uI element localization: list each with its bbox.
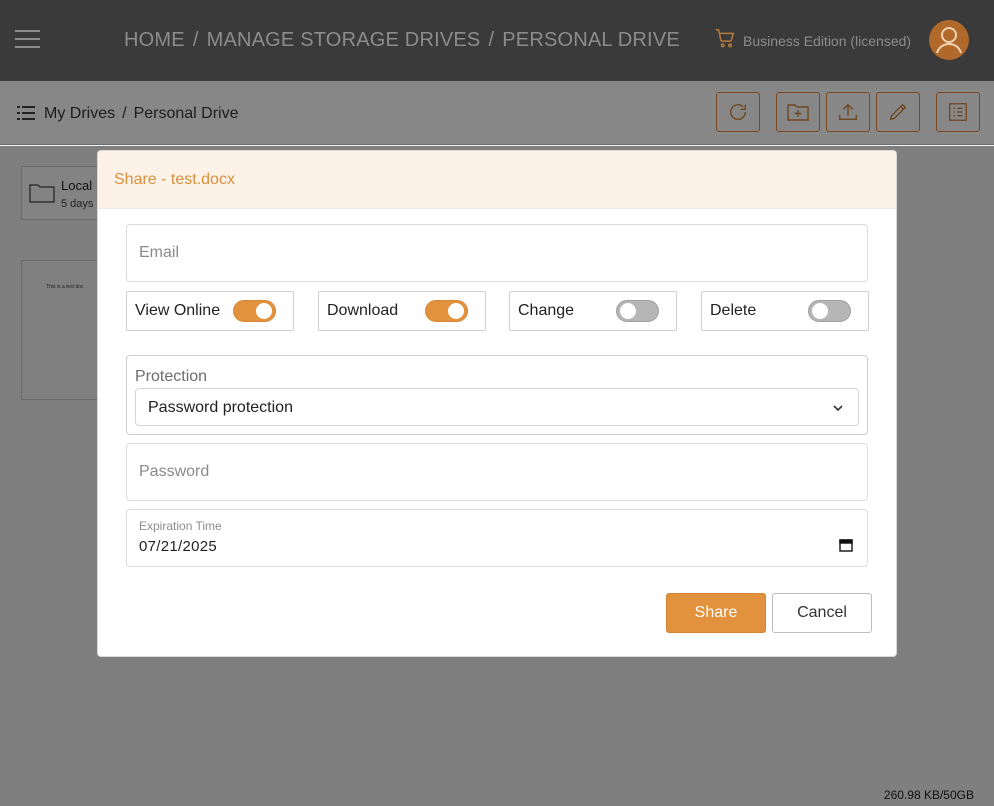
protection-label: Protection bbox=[135, 368, 208, 385]
breadcrumb-home[interactable]: HOME bbox=[124, 29, 185, 51]
upload-button[interactable] bbox=[826, 92, 870, 132]
toggle-label: Delete bbox=[710, 302, 757, 319]
drive-toolbar: My Drives / Personal Drive bbox=[0, 81, 994, 145]
toggle-change: Change bbox=[509, 291, 677, 331]
email-field-container bbox=[126, 224, 868, 282]
edition-label[interactable]: Business Edition (licensed) bbox=[743, 33, 911, 49]
dialog-header: Share - test.docx bbox=[98, 151, 896, 209]
chevron-down-icon bbox=[833, 405, 843, 412]
expiration-date-value[interactable]: 07/21/2025 bbox=[139, 538, 217, 555]
toggle-label: View Online bbox=[135, 302, 221, 319]
cart-icon[interactable] bbox=[714, 27, 736, 49]
breadcrumb-personal-drive: PERSONAL DRIVE bbox=[502, 29, 680, 51]
password-field-container bbox=[126, 443, 868, 501]
new-folder-button[interactable] bbox=[776, 92, 820, 132]
breadcrumb-separator: / bbox=[488, 29, 495, 51]
toggle-view-online: View Online bbox=[126, 291, 294, 331]
top-breadcrumb: HOME / MANAGE STORAGE DRIVES / PERSONAL DRIV… bbox=[124, 29, 680, 52]
password-input[interactable] bbox=[127, 444, 867, 500]
details-button[interactable] bbox=[936, 92, 980, 132]
folder-date: 5 days bbox=[61, 198, 94, 210]
calendar-icon[interactable] bbox=[839, 538, 853, 552]
protection-select[interactable]: Password protection bbox=[135, 388, 859, 426]
folder-name: Local bbox=[61, 178, 93, 193]
app-bar: HOME / MANAGE STORAGE DRIVES / PERSONAL DRIV… bbox=[0, 0, 994, 81]
download-switch[interactable] bbox=[425, 300, 468, 322]
user-avatar-icon[interactable] bbox=[929, 20, 969, 60]
breadcrumb-separator: / bbox=[122, 105, 127, 122]
edit-button[interactable] bbox=[876, 92, 920, 132]
folder-icon bbox=[29, 184, 55, 203]
new-folder-icon bbox=[787, 104, 809, 121]
share-dialog: Share - test.docx View Online Download C… bbox=[97, 150, 897, 657]
protection-group: Protection Password protection bbox=[126, 355, 868, 435]
expiration-label: Expiration Time bbox=[139, 519, 222, 533]
expiration-field[interactable]: Expiration Time 07/21/2025 bbox=[126, 509, 868, 567]
file-preview-text: This is a test doc bbox=[46, 284, 84, 290]
change-switch[interactable] bbox=[616, 300, 659, 322]
toggle-label: Change bbox=[518, 302, 575, 319]
breadcrumb-my-drives[interactable]: My Drives bbox=[44, 105, 115, 122]
delete-switch[interactable] bbox=[808, 300, 851, 322]
refresh-icon bbox=[730, 104, 747, 121]
upload-icon bbox=[839, 103, 857, 121]
drive-breadcrumb: My Drives / Personal Drive bbox=[44, 105, 239, 123]
protection-value: Password protection bbox=[148, 399, 293, 416]
breadcrumb-separator: / bbox=[192, 29, 199, 51]
hamburger-icon[interactable] bbox=[15, 30, 40, 48]
cancel-button[interactable]: Cancel bbox=[772, 593, 872, 633]
toggle-delete: Delete bbox=[701, 291, 869, 331]
breadcrumb-current-drive: Personal Drive bbox=[133, 105, 239, 122]
share-button[interactable]: Share bbox=[666, 593, 766, 633]
toggle-download: Download bbox=[318, 291, 486, 331]
drive-list-icon[interactable] bbox=[17, 105, 35, 121]
storage-usage: 260.98 KB/50GB bbox=[883, 788, 974, 802]
email-input[interactable] bbox=[127, 225, 867, 281]
dialog-title: Share - test.docx bbox=[114, 170, 235, 188]
toggle-label: Download bbox=[327, 302, 399, 319]
details-list-icon bbox=[949, 103, 967, 121]
refresh-button[interactable] bbox=[716, 92, 760, 132]
breadcrumb-manage-drives[interactable]: MANAGE STORAGE DRIVES bbox=[207, 29, 481, 51]
edit-icon bbox=[889, 103, 907, 121]
view-online-switch[interactable] bbox=[233, 300, 276, 322]
